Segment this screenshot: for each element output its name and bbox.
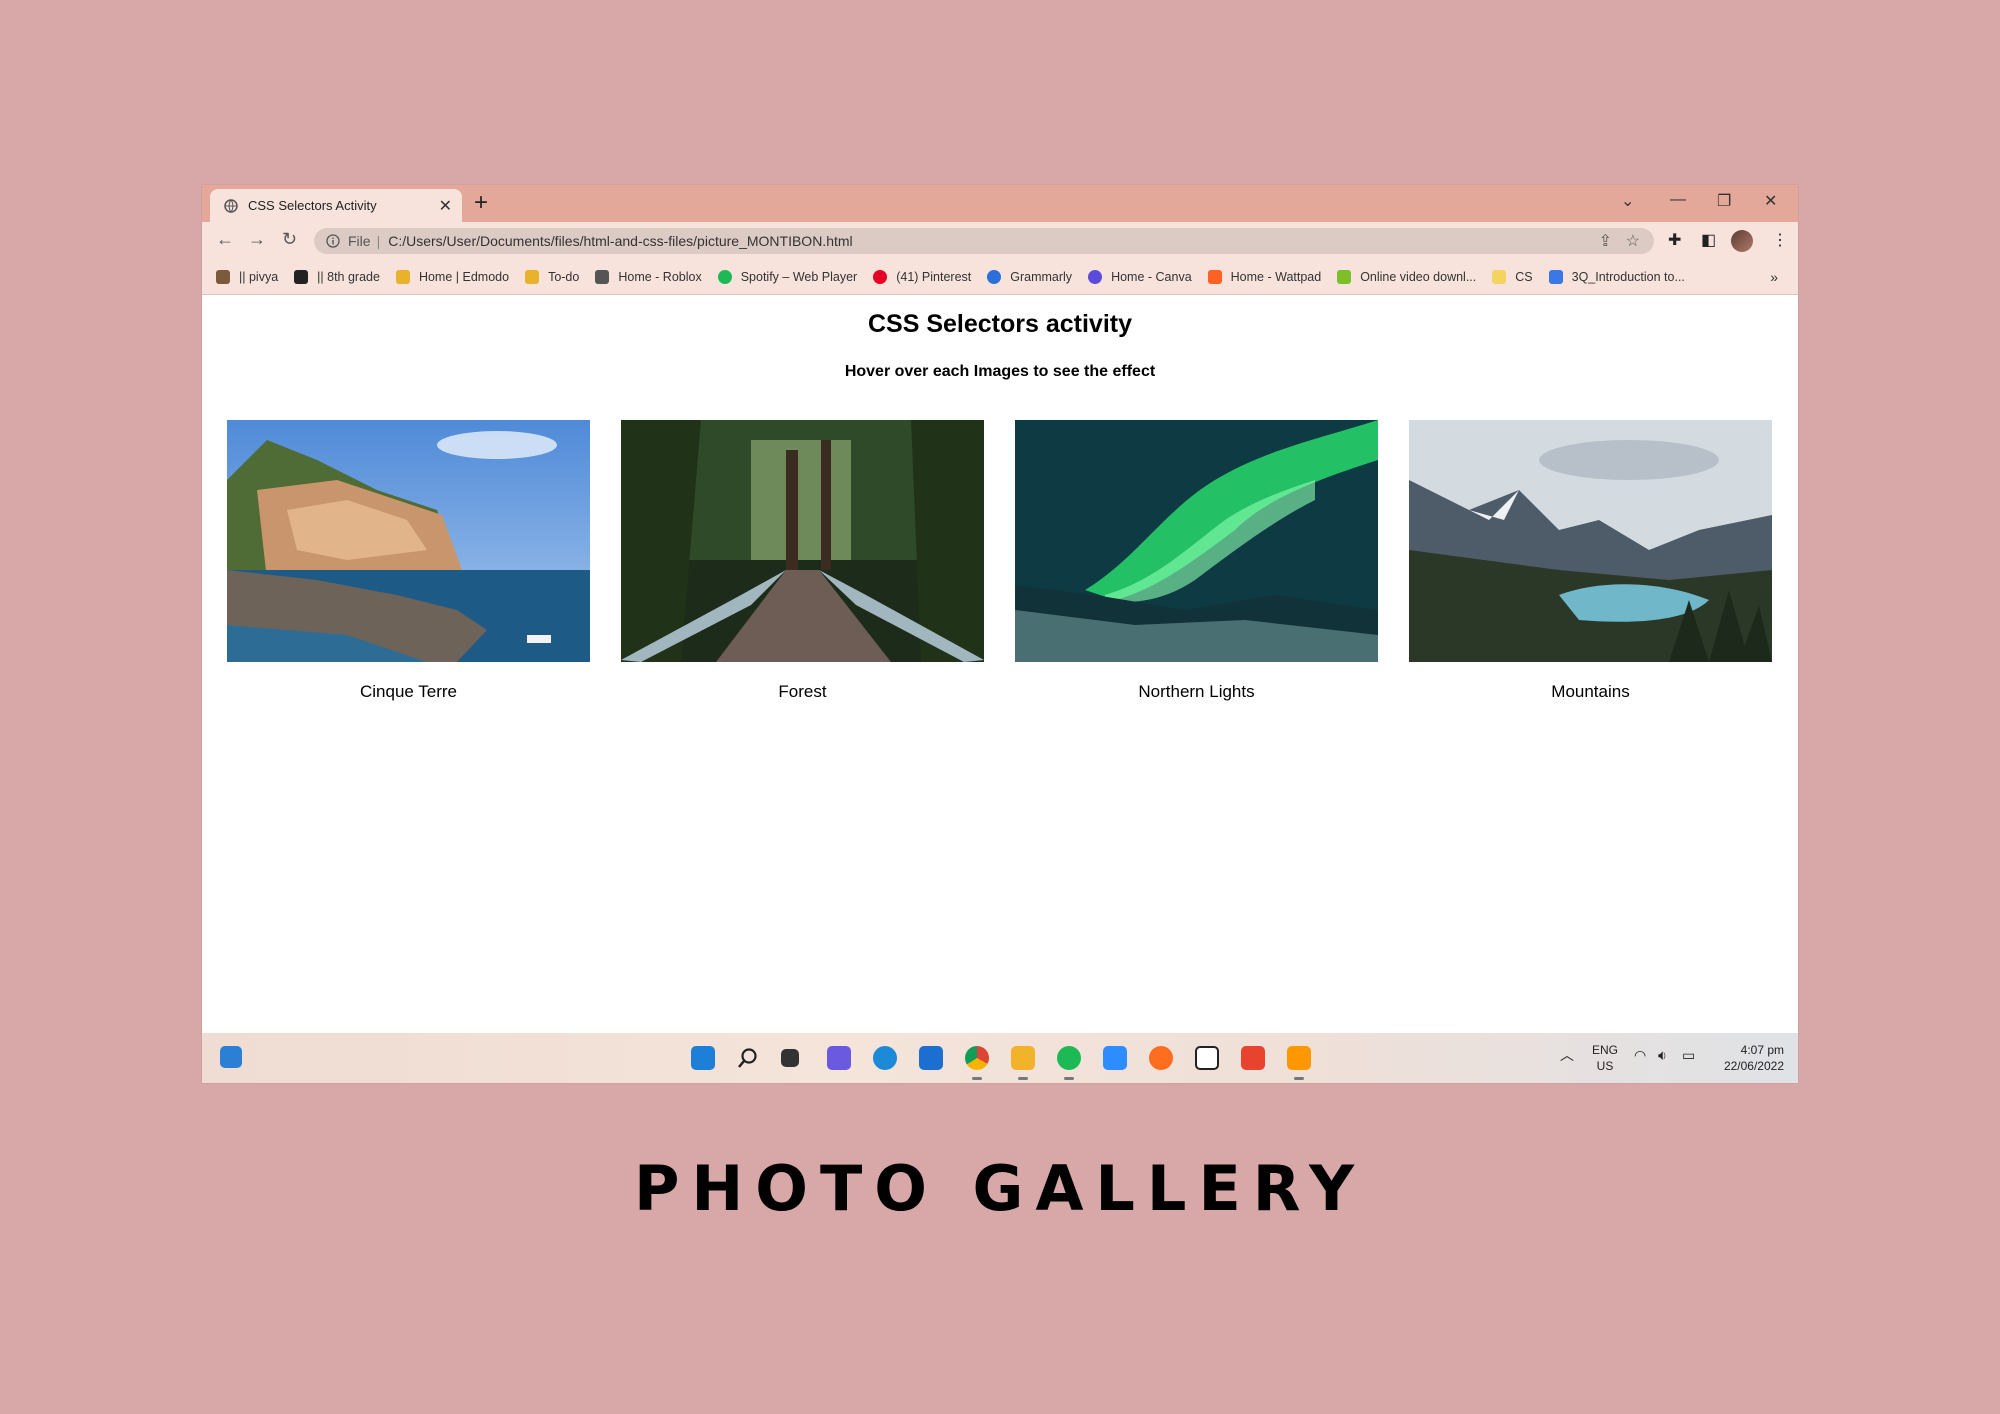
canva-icon	[1088, 270, 1103, 284]
gallery-image[interactable]	[1015, 420, 1378, 662]
page-subtitle: Hover over each Images to see the effect	[844, 363, 1156, 380]
language-indicator[interactable]: ENG US	[1592, 1042, 1618, 1074]
taskbar: ︿ ENG US ◠ 🔉︎ ▭ 4:07 pm 22/06/2022	[202, 1033, 1798, 1083]
tab-title: CSS Selectors Activity	[248, 198, 377, 213]
restore-button[interactable]: ❐	[1717, 191, 1731, 211]
explorer-running-indicator	[1018, 1077, 1028, 1080]
bookmark-item[interactable]: (41) Pinterest	[873, 270, 971, 284]
gallery-card[interactable]: Mountains	[1409, 420, 1772, 702]
browser-window: CSS Selectors Activity ✕ + ⌄ — ❐ ✕ ← → ↻…	[202, 185, 1798, 1083]
chrome-icon[interactable]	[965, 1046, 989, 1070]
back-button[interactable]: ←	[216, 229, 234, 250]
bookmark-item[interactable]: Grammarly	[987, 270, 1072, 284]
menu-icon[interactable]: ⋮	[1772, 230, 1788, 250]
address-scheme: File	[348, 233, 371, 249]
address-bar[interactable]: File | C:/Users/User/Documents/files/htm…	[314, 228, 1654, 254]
bookmark-folder[interactable]: CS	[1492, 270, 1533, 284]
chevron-up-icon[interactable]: ︿	[1560, 1047, 1574, 1063]
bookmark-item[interactable]: Home - Roblox	[595, 270, 702, 284]
grammarly-icon	[987, 270, 1002, 284]
download-icon	[1337, 270, 1352, 284]
sublime-text-icon[interactable]	[1287, 1046, 1311, 1070]
page-title: CSS Selectors activity	[867, 310, 1132, 338]
browser-toolbar: ← → ↻ File | C:/Users/User/Documents/fil…	[202, 222, 1798, 260]
folder-icon	[1492, 270, 1507, 284]
start-icon[interactable]	[691, 1046, 715, 1070]
side-panel-icon[interactable]: ◧	[1701, 230, 1716, 250]
task-view-icon[interactable]	[781, 1049, 799, 1067]
bookmark-item[interactable]: Home - Wattpad	[1207, 270, 1321, 284]
wattpad-icon	[1207, 270, 1222, 284]
tab-close-icon[interactable]: ✕	[439, 196, 452, 216]
sublime-running-indicator	[1294, 1077, 1304, 1080]
info-icon[interactable]	[326, 234, 340, 248]
gallery-card[interactable]: Cinque Terre	[227, 420, 590, 702]
battery-icon[interactable]: ▭	[1682, 1047, 1695, 1063]
chrome-running-indicator	[972, 1077, 982, 1080]
poster-title: PHOTO GALLERY	[633, 1152, 1367, 1225]
volume-icon[interactable]: 🔉︎	[1658, 1047, 1667, 1063]
wps-office-icon[interactable]	[1241, 1046, 1265, 1070]
mail-icon[interactable]	[919, 1046, 943, 1070]
profile-avatar[interactable]	[1731, 230, 1753, 252]
bookmark-item[interactable]: 3Q_Introduction to...	[1548, 270, 1685, 284]
forward-button[interactable]: →	[248, 229, 266, 250]
extensions-icon[interactable]: ✚	[1668, 230, 1681, 250]
zoom-icon[interactable]	[1103, 1046, 1127, 1070]
tab-active[interactable]: CSS Selectors Activity ✕	[210, 189, 462, 222]
more-bookmarks-icon[interactable]: »	[1770, 269, 1778, 285]
globe-icon	[224, 198, 238, 213]
wifi-icon[interactable]: ◠	[1634, 1047, 1646, 1063]
tab-strip: CSS Selectors Activity ✕ + ⌄ — ❐ ✕	[202, 185, 1798, 222]
file-explorer-icon[interactable]	[1011, 1046, 1035, 1070]
bookmark-item[interactable]: || pivya	[216, 270, 278, 284]
gallery-image[interactable]	[1409, 420, 1772, 662]
bookmark-item[interactable]: Online video downl...	[1337, 270, 1476, 284]
address-separator: |	[376, 233, 381, 249]
spotify-icon[interactable]	[1057, 1046, 1081, 1070]
roblox-icon	[595, 270, 610, 284]
firefox-icon[interactable]	[1149, 1046, 1173, 1070]
bookmark-item[interactable]: Home | Edmodo	[395, 270, 509, 284]
widgets-icon[interactable]	[220, 1046, 242, 1068]
minimize-button[interactable]: —	[1670, 191, 1686, 209]
search-icon[interactable]	[736, 1046, 760, 1070]
gallery-image[interactable]	[227, 420, 590, 662]
notion-icon[interactable]	[1195, 1046, 1219, 1070]
image-caption: Northern Lights	[1138, 682, 1255, 701]
image-caption: Cinque Terre	[359, 682, 458, 701]
bookmark-item[interactable]: Home - Canva	[1088, 270, 1192, 284]
spotify-icon	[717, 270, 732, 284]
edge-icon[interactable]	[873, 1046, 897, 1070]
clock[interactable]: 4:07 pm 22/06/2022	[1724, 1042, 1784, 1074]
notion-icon	[294, 270, 309, 284]
image-caption: Forest	[778, 682, 827, 701]
todo-icon	[525, 270, 540, 284]
web-page: CSS Selectors activity Hover over each I…	[202, 295, 1798, 1033]
address-path: C:/Users/User/Documents/files/html-and-c…	[388, 233, 853, 249]
gallery-card[interactable]: Forest	[621, 420, 984, 702]
bookmarks-bar: || pivya || 8th grade Home | Edmodo To-d…	[202, 260, 1798, 295]
tab-search-icon[interactable]: ⌄	[1621, 191, 1634, 211]
bookmark-item[interactable]: || 8th grade	[294, 270, 380, 284]
image-caption: Mountains	[1551, 682, 1630, 701]
pinterest-icon	[873, 270, 888, 284]
bookmark-item[interactable]: To-do	[525, 270, 579, 284]
chat-icon[interactable]	[827, 1046, 851, 1070]
close-window-button[interactable]: ✕	[1764, 191, 1777, 211]
reload-button[interactable]: ↻	[282, 229, 297, 250]
bookmark-item[interactable]: Spotify – Web Player	[717, 270, 857, 284]
bookmark-icon	[216, 270, 230, 284]
new-tab-button[interactable]: +	[474, 189, 488, 217]
docs-icon	[1548, 270, 1563, 284]
star-icon[interactable]: ☆	[1626, 231, 1640, 251]
gallery-card[interactable]: Northern Lights	[1015, 420, 1378, 702]
spotify-running-indicator	[1064, 1077, 1074, 1080]
edmodo-icon	[395, 270, 410, 284]
share-icon[interactable]: ⇪	[1599, 231, 1612, 251]
gallery-image[interactable]	[621, 420, 984, 662]
